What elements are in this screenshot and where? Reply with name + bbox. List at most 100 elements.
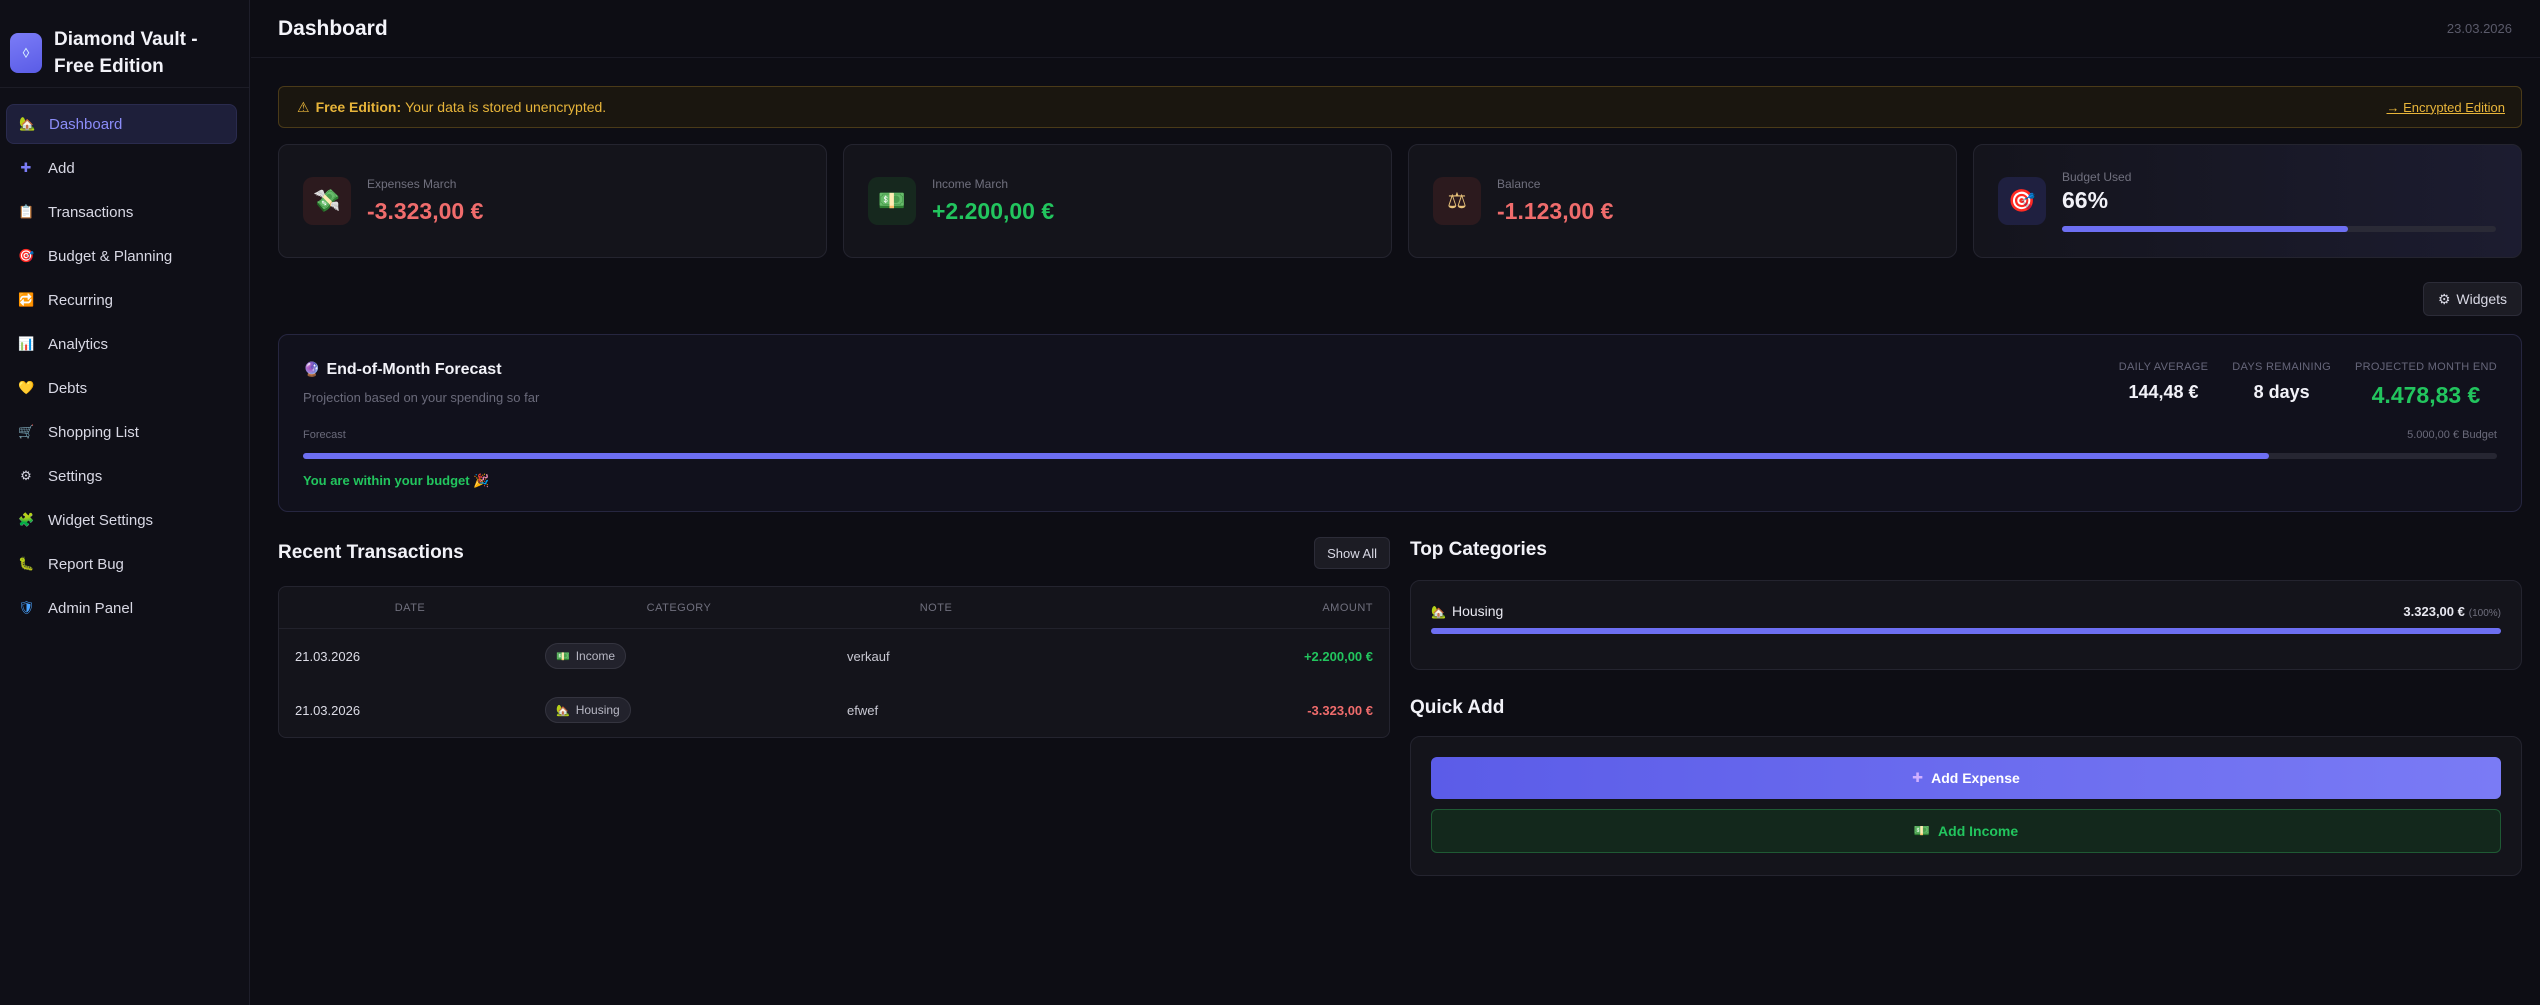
- sidebar-item-label: Shopping List: [48, 423, 139, 441]
- budget-progress-bar: [2062, 226, 2496, 232]
- sidebar-item-label: Report Bug: [48, 555, 124, 573]
- sidebar-item-dashboard[interactable]: 🏡 Dashboard: [6, 104, 237, 144]
- stat-card-income: 💵 Income March +2.200,00 €: [843, 144, 1392, 258]
- forecast-budget-label: 5.000,00 € Budget: [2407, 429, 2497, 441]
- column-header-note[interactable]: NOTE: [817, 602, 1055, 614]
- brand: ⬨ Diamond Vault - Free Edition: [0, 0, 249, 88]
- banknote-icon: 💵: [868, 177, 916, 225]
- transaction-amount: -3.323,00 €: [1307, 702, 1373, 718]
- table-row[interactable]: 21.03.2026 💵 Income verkauf +2.200,00 €: [279, 629, 1389, 683]
- daily-average-value: 144,48 €: [2128, 382, 2199, 402]
- sidebar-item-analytics[interactable]: 📊 Analytics: [6, 324, 237, 364]
- sidebar-item-add[interactable]: ✚ Add: [6, 148, 237, 188]
- puzzle-icon: 🧩: [18, 512, 35, 527]
- top-categories-card: 🏡 Housing 3.323,00 € (100%): [1410, 580, 2522, 670]
- sidebar-item-widget-settings[interactable]: 🧩 Widget Settings: [6, 500, 237, 540]
- sidebar-item-label: Budget & Planning: [48, 247, 173, 265]
- days-remaining-value: 8 days: [2253, 382, 2310, 402]
- house-icon: 🏡: [556, 704, 570, 717]
- alert-text: Your data is stored unencrypted.: [405, 99, 607, 115]
- plus-icon: ✚: [20, 160, 32, 175]
- warning-icon: ⚠: [297, 98, 310, 115]
- add-expense-button[interactable]: ✚ Add Expense: [1431, 757, 2501, 799]
- quick-add-card: ✚ Add Expense 💵 Add Income: [1410, 736, 2522, 876]
- transaction-note: efwef: [847, 702, 879, 718]
- transaction-date: 21.03.2026: [295, 702, 361, 718]
- stat-value: -1.123,00 €: [1497, 198, 1614, 224]
- house-icon: 🏡: [19, 116, 36, 131]
- show-all-button[interactable]: Show All: [1314, 537, 1390, 569]
- repeat-icon: 🔁: [18, 292, 35, 307]
- heart-icon: 💛: [18, 380, 35, 395]
- category-badge: 🏡 Housing: [545, 697, 631, 723]
- page-title: Dashboard: [278, 16, 388, 40]
- daily-average-label: DAILY AVERAGE: [2118, 361, 2209, 373]
- column-header-amount[interactable]: AMOUNT: [1055, 602, 1389, 614]
- projected-month-end: PROJECTED MONTH END 4.478,83 €: [2355, 361, 2497, 409]
- stat-card-expenses: 💸 Expenses March -3.323,00 €: [278, 144, 827, 258]
- transaction-note: verkauf: [847, 648, 890, 664]
- alert-label: Free Edition:: [315, 99, 402, 115]
- bar-chart-icon: 📊: [18, 336, 35, 351]
- sidebar-item-label: Debts: [48, 379, 88, 397]
- forecast-bar-label: Forecast: [303, 429, 346, 441]
- sidebar: ⬨ Diamond Vault - Free Edition 🏡 Dashboa…: [0, 0, 250, 1005]
- forecast-status: You are within your budget 🎉: [303, 473, 490, 488]
- target-icon: 🎯: [18, 248, 35, 263]
- gear-icon: ⚙: [20, 468, 32, 483]
- budget-progress-fill: [2062, 226, 2349, 232]
- category-label: Income: [575, 649, 616, 663]
- sidebar-item-label: Admin Panel: [48, 599, 134, 617]
- banknote-icon: 💵: [1913, 823, 1931, 838]
- category-progress-bar: [1431, 628, 2501, 634]
- banknote-icon: 💵: [556, 650, 570, 663]
- category-progress-fill: [1431, 628, 2501, 634]
- category-amount: 3.323,00 €: [2403, 604, 2465, 619]
- stat-value: +2.200,00 €: [932, 198, 1055, 224]
- section-title: Recent Transactions: [278, 542, 464, 563]
- days-remaining-label: DAYS REMAINING: [2232, 361, 2332, 373]
- encrypted-edition-link[interactable]: → Encrypted Edition: [2386, 100, 2505, 115]
- stat-value: -3.323,00 €: [367, 198, 484, 224]
- sidebar-item-recurring[interactable]: 🔁 Recurring: [6, 280, 237, 320]
- forecast-progress-bar: [303, 453, 2497, 459]
- gear-icon: ⚙: [2437, 290, 2451, 307]
- stat-card-balance: ⚖ Balance -1.123,00 €: [1408, 144, 1957, 258]
- sidebar-item-transactions[interactable]: 📋 Transactions: [6, 192, 237, 232]
- target-icon: 🎯: [1998, 177, 2046, 225]
- column-header-category[interactable]: CATEGORY: [541, 602, 817, 614]
- add-income-button[interactable]: 💵 Add Income: [1431, 809, 2501, 853]
- forecast-title: End-of-Month Forecast: [326, 361, 502, 378]
- projected-label: PROJECTED MONTH END: [2355, 361, 2497, 373]
- transactions-table: DATE CATEGORY NOTE AMOUNT 21.03.2026 💵 I…: [278, 586, 1390, 738]
- stat-label: Expenses March: [367, 177, 457, 191]
- clipboard-icon: 📋: [18, 204, 35, 219]
- sidebar-item-admin-panel[interactable]: 🛡 Admin Panel: [6, 588, 237, 628]
- column-header-date[interactable]: DATE: [279, 602, 541, 614]
- sidebar-item-report-bug[interactable]: 🐛 Report Bug: [6, 544, 237, 584]
- sidebar-item-label: Transactions: [48, 203, 134, 221]
- scale-icon: ⚖: [1433, 177, 1481, 225]
- transaction-date: 21.03.2026: [295, 648, 361, 664]
- stat-label: Balance: [1497, 177, 1541, 191]
- sidebar-item-shopping-list[interactable]: 🛒 Shopping List: [6, 412, 237, 452]
- table-row[interactable]: 21.03.2026 🏡 Housing efwef -3.323,00 €: [279, 683, 1389, 737]
- stat-label: Budget Used: [2062, 170, 2132, 184]
- sidebar-item-debts[interactable]: 💛 Debts: [6, 368, 237, 408]
- category-badge: 💵 Income: [545, 643, 627, 669]
- widgets-button-label: Widgets: [2456, 291, 2507, 307]
- sidebar-item-label: Widget Settings: [48, 511, 154, 529]
- widgets-button[interactable]: ⚙ Widgets: [2422, 282, 2522, 316]
- category-name: Housing: [1451, 603, 1504, 619]
- sidebar-item-label: Analytics: [48, 335, 109, 353]
- diamond-logo-icon: ⬨: [10, 32, 42, 73]
- free-edition-alert: ⚠ Free Edition: Your data is stored unen…: [278, 86, 2522, 128]
- topbar: Dashboard 23.03.2026: [251, 0, 2540, 58]
- sidebar-item-label: Recurring: [48, 291, 114, 309]
- sidebar-item-label: Dashboard: [49, 115, 123, 133]
- add-income-label: Add Income: [1938, 823, 2019, 839]
- forecast-progress-fill: [303, 453, 2269, 459]
- sidebar-item-budget-planning[interactable]: 🎯 Budget & Planning: [6, 236, 237, 276]
- sidebar-item-settings[interactable]: ⚙ Settings: [6, 456, 237, 496]
- forecast-card: 🔮 End-of-Month Forecast Projection based …: [278, 334, 2522, 512]
